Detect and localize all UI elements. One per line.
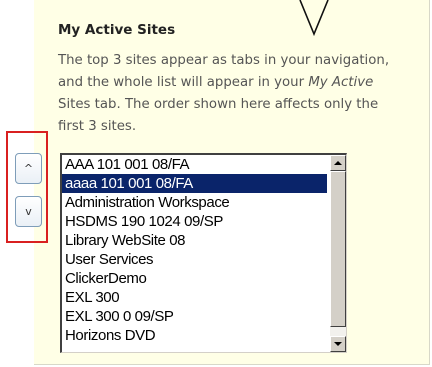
site-option-selected[interactable]: aaaa 101 001 08/FA <box>62 174 327 193</box>
section-description: The top 3 sites appear as tabs in your n… <box>58 50 430 138</box>
site-option[interactable]: HSDMS 190 1024 09/SP <box>62 212 327 231</box>
list-scrollbar[interactable] <box>330 155 346 352</box>
scroll-down-button[interactable] <box>330 336 346 352</box>
site-option[interactable]: Administration Workspace <box>62 193 327 212</box>
site-options: AAA 101 001 08/FA aaaa 101 001 08/FA Admin… <box>62 155 327 345</box>
scroll-down-arrow-icon <box>334 342 342 346</box>
site-option[interactable]: Horizons DVD <box>62 326 327 345</box>
site-option[interactable]: Library WebSite 08 <box>62 231 327 250</box>
description-line-2: and the whole list will appear in your M… <box>58 72 430 94</box>
move-down-button[interactable]: v <box>15 196 42 227</box>
move-up-button[interactable]: ^ <box>15 153 42 184</box>
description-line-2-emphasis: My Active <box>308 75 374 90</box>
description-line-3: Sites tab. The order shown here affects … <box>58 97 379 112</box>
scroll-up-button[interactable] <box>330 155 346 171</box>
section-heading: My Active Sites <box>58 22 176 38</box>
site-option[interactable]: AAA 101 001 08/FA <box>62 155 327 174</box>
scrollbar-thumb[interactable] <box>330 171 346 327</box>
description-line-4: first 3 sites. <box>58 119 137 134</box>
active-sites-listbox[interactable]: AAA 101 001 08/FA aaaa 101 001 08/FA Admin… <box>60 153 347 353</box>
description-line-2-prefix: and the whole list will appear in your <box>58 75 309 90</box>
site-option[interactable]: User Services <box>62 250 327 269</box>
site-option[interactable]: EXL 300 <box>62 288 327 307</box>
site-option[interactable]: EXL 300 0 09/SP <box>62 307 327 326</box>
site-option[interactable]: ClickerDemo <box>62 269 327 288</box>
description-line-1: The top 3 sites appear as tabs in your n… <box>58 53 390 68</box>
screenshot-stage: My Active Sites The top 3 sites appear a… <box>0 0 432 367</box>
scroll-up-arrow-icon <box>334 161 342 165</box>
